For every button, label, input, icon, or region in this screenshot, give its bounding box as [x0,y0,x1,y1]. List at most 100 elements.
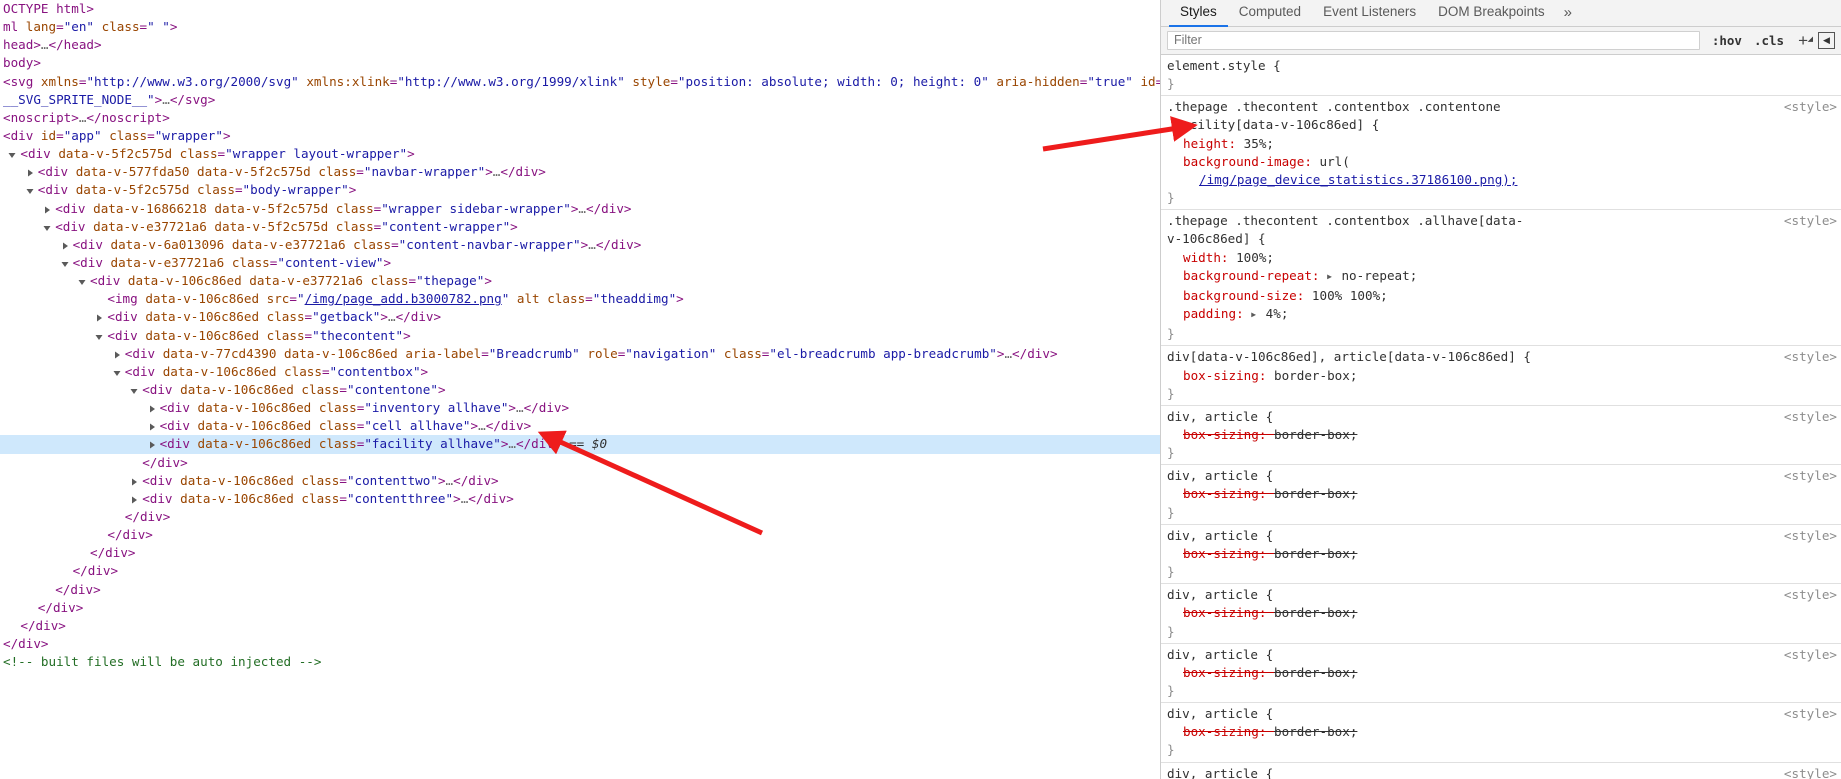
dom-node-row[interactable]: body> [0,54,1160,72]
css-rule-block[interactable]: <style> div, article {box-sizing: border-… [1161,584,1841,644]
dom-node-row[interactable]: <div data-v-e37721a6 data-v-5f2c575d cla… [0,218,1160,236]
styles-rules-list[interactable]: element.style {} <style> .thepage .thecont… [1161,55,1841,779]
rule-origin-link[interactable]: <style> [1784,646,1837,664]
chevron-right-icon[interactable] [42,205,52,215]
chevron-down-icon[interactable] [94,332,104,342]
dom-node-row[interactable]: <noscript>…</noscript> [0,109,1160,127]
chevron-down-icon[interactable] [112,368,122,378]
dom-node-row[interactable]: </div> [0,544,1160,562]
css-selector[interactable]: div, article { [1167,586,1841,604]
elements-dom-tree[interactable]: OCTYPE html> ml lang="en" class=" "> head>… [0,0,1160,779]
css-declaration[interactable]: width: 100%; [1167,249,1841,267]
css-declaration[interactable]: background-size: 100% 100%; [1167,287,1841,305]
css-selector[interactable]: .facility[data-v-106c86ed] { [1167,116,1841,134]
css-declaration[interactable]: box-sizing: border-box; [1167,604,1841,622]
dom-node-row[interactable]: <div data-v-16866218 data-v-5f2c575d cla… [0,200,1160,218]
css-rule-block[interactable]: <style> div, article { [1161,763,1841,779]
chevron-right-icon[interactable] [25,168,35,178]
chevron-down-icon[interactable] [129,386,139,396]
dom-node-row[interactable]: </div> [0,599,1160,617]
dom-node-row[interactable]: </div> [0,635,1160,653]
dom-node-row[interactable]: <img data-v-106c86ed src="/img/page_add.… [0,290,1160,308]
rule-origin-link[interactable]: <style> [1784,408,1837,426]
dom-node-row[interactable]: </div> [0,508,1160,526]
css-rule-block[interactable]: <style> div, article {box-sizing: border-… [1161,644,1841,704]
dom-node-row[interactable]: __SVG_SPRITE_NODE__">…</svg> [0,91,1160,109]
styles-tab-styles[interactable]: Styles [1169,2,1228,27]
css-rule-block[interactable]: <style> div[data-v-106c86ed], article[dat… [1161,346,1841,406]
styles-filter-input[interactable] [1167,31,1700,50]
dom-node-row[interactable]: <div data-v-77cd4390 data-v-106c86ed ari… [0,345,1160,363]
chevron-right-icon[interactable] [129,477,139,487]
dom-node-row[interactable]: </div> [0,562,1160,580]
hov-toggle-button[interactable]: :hov [1706,31,1748,51]
dom-node-row[interactable]: <div data-v-106c86ed class="cell allhave… [0,417,1160,435]
css-selector[interactable]: element.style { [1167,57,1841,75]
rule-origin-link[interactable]: <style> [1784,98,1837,116]
dom-node-row[interactable]: <div data-v-106c86ed class="contentone"> [0,381,1160,399]
css-declaration[interactable]: background-image: url( [1167,153,1841,171]
dom-node-row[interactable]: <div data-v-106c86ed class="thecontent"> [0,327,1160,345]
chevron-right-icon[interactable] [94,313,104,323]
chevron-down-icon[interactable] [77,277,87,287]
css-rule-block[interactable]: <style> div, article {box-sizing: border-… [1161,525,1841,585]
dom-node-row[interactable]: </div> [0,617,1160,635]
css-selector[interactable]: .thepage .thecontent .contentbox .conten… [1167,98,1841,116]
css-declaration[interactable]: box-sizing: border-box; [1167,545,1841,563]
css-selector[interactable]: div, article { [1167,467,1841,485]
css-selector[interactable]: .thepage .thecontent .contentbox .allhav… [1167,212,1841,230]
chevron-down-icon[interactable] [7,150,17,160]
rule-origin-link[interactable]: <style> [1784,705,1837,723]
more-tabs-icon[interactable]: » [1556,3,1580,26]
chevron-right-icon[interactable] [112,350,122,360]
new-style-rule-button[interactable]: + ◢ [1790,31,1813,50]
chevron-right-icon[interactable] [129,495,139,505]
css-rule-block[interactable]: <style> div, article {box-sizing: border-… [1161,465,1841,525]
rule-origin-link[interactable]: <style> [1784,467,1837,485]
css-declaration[interactable]: box-sizing: border-box; [1167,664,1841,682]
css-selector[interactable]: div, article { [1167,646,1841,664]
css-selector[interactable]: div[data-v-106c86ed], article[data-v-106… [1167,348,1841,366]
dom-node-row[interactable]: </div> [0,581,1160,599]
dom-node-row[interactable]: <!-- built files will be auto injected -… [0,653,1160,671]
dom-node-row[interactable]: <div data-v-106c86ed class="getback">…</… [0,308,1160,326]
styles-tab-computed[interactable]: Computed [1228,2,1312,26]
css-declaration[interactable]: box-sizing: border-box; [1167,367,1841,385]
rule-origin-link[interactable]: <style> [1784,586,1837,604]
dom-node-row[interactable]: <div data-v-577fda50 data-v-5f2c575d cla… [0,163,1160,181]
css-declaration[interactable]: box-sizing: border-box; [1167,723,1841,741]
rule-origin-link[interactable]: <style> [1784,527,1837,545]
dom-node-selected[interactable]: <div data-v-106c86ed class="facility all… [0,435,1160,454]
styles-tab-dom-breakpoints[interactable]: DOM Breakpoints [1427,2,1556,26]
toggle-sidebar-button[interactable]: ◀ [1818,32,1835,49]
css-declaration[interactable]: box-sizing: border-box; [1167,485,1841,503]
css-rule-block[interactable]: <style> .thepage .thecontent .contentbox … [1161,96,1841,211]
css-declaration[interactable]: padding: ▶ 4%; [1167,305,1841,325]
chevron-down-icon[interactable] [42,223,52,233]
css-declaration[interactable]: background-repeat: ▶ no-repeat; [1167,267,1841,287]
dom-node-row[interactable]: <div data-v-5f2c575d class="body-wrapper… [0,181,1160,199]
dom-node-row[interactable]: <svg xmlns="http://www.w3.org/2000/svg" … [0,73,1160,91]
dom-node-row[interactable]: <div data-v-e37721a6 class="content-view… [0,254,1160,272]
chevron-right-icon[interactable] [147,404,157,414]
chevron-down-icon[interactable] [25,186,35,196]
css-declaration[interactable]: box-sizing: border-box; [1167,426,1841,444]
dom-node-row[interactable]: <div data-v-106c86ed class="contentbox"> [0,363,1160,381]
css-rule-block[interactable]: <style> div, article {box-sizing: border-… [1161,406,1841,466]
css-selector[interactable]: div, article { [1167,765,1841,779]
dom-node-row[interactable]: </div> [0,454,1160,472]
css-selector[interactable]: v-106c86ed] { [1167,230,1841,248]
css-selector[interactable]: div, article { [1167,705,1841,723]
dom-node-row[interactable]: </div> [0,526,1160,544]
dom-node-row[interactable]: OCTYPE html> [0,0,1160,18]
dom-node-row[interactable]: <div data-v-5f2c575d class="wrapper layo… [0,145,1160,163]
dom-node-row[interactable]: <div data-v-106c86ed class="inventory al… [0,399,1160,417]
chevron-right-icon[interactable] [147,440,157,450]
css-selector[interactable]: div, article { [1167,527,1841,545]
chevron-down-icon[interactable] [60,259,70,269]
css-rule-block[interactable]: <style> .thepage .thecontent .contentbox … [1161,210,1841,347]
rule-origin-link[interactable]: <style> [1784,212,1837,230]
css-declaration[interactable]: /img/page_device_statistics.37186100.png… [1167,171,1841,189]
chevron-right-icon[interactable] [60,241,70,251]
dom-node-row[interactable]: <div data-v-106c86ed class="contentthree… [0,490,1160,508]
